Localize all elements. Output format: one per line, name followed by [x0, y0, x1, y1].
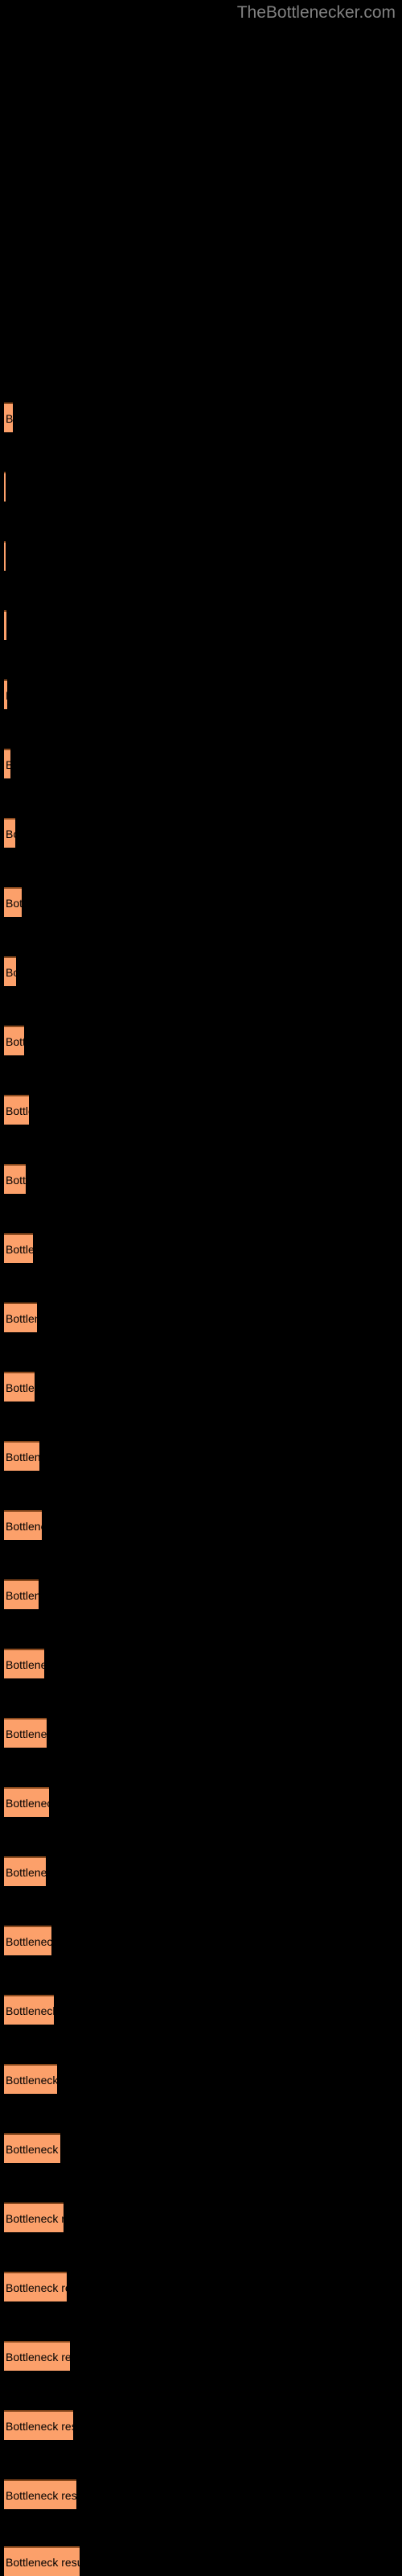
bar-row: Bottleneck result: [0, 1441, 402, 1471]
bar-bottleneck-result[interactable]: Bottleneck result: [4, 402, 13, 432]
bar-row: Bottleneck result: [0, 1164, 402, 1194]
bar-row: Bottleneck result: [0, 887, 402, 917]
bar-label: Bottleneck result: [6, 1173, 26, 1187]
bar-bottleneck-result[interactable]: Bottleneck result: [4, 1787, 49, 1817]
bar-row: Bottleneck result: [0, 1026, 402, 1055]
bar-label: Bottleneck result: [6, 1519, 42, 1533]
bar-bottleneck-result[interactable]: Bottleneck result: [4, 610, 6, 640]
bar-row: Bottleneck result: [0, 1856, 402, 1886]
bar-bottleneck-result[interactable]: Bottleneck result: [4, 1441, 39, 1471]
bar-row: Bottleneck result: [0, 472, 402, 502]
bar-row: Bottleneck result: [0, 610, 402, 640]
bar-label: Bottleneck result: [6, 689, 7, 702]
bar-label: Bottleneck result: [6, 1588, 39, 1602]
bar-row: Bottleneck result: [0, 1649, 402, 1678]
bar-bottleneck-result[interactable]: Bottleneck result: [4, 1164, 26, 1194]
bar-bottleneck-result[interactable]: Bottleneck result: [4, 1302, 37, 1332]
bar-bottleneck-result[interactable]: Bottleneck result: [4, 1026, 24, 1055]
bar-label: Bottleneck result: [6, 1242, 33, 1256]
bar-bottleneck-result[interactable]: Bottleneck result: [4, 2341, 70, 2371]
bar-row: Bottleneck result: [0, 1302, 402, 1332]
bar-bottleneck-result[interactable]: Bottleneck result: [4, 1856, 46, 1886]
bar-row: Bottleneck result: [0, 749, 402, 778]
bar-bottleneck-result[interactable]: Bottleneck result: [4, 2410, 73, 2440]
bar-row: Bottleneck result: [0, 1926, 402, 1955]
bar-row: Bottleneck result: [0, 1372, 402, 1402]
bar-label: Bottleneck result: [6, 1311, 37, 1325]
bar-row: Bottleneck result: [0, 679, 402, 709]
bar-row: Bottleneck result: [0, 1095, 402, 1125]
bar-label: Bottleneck result: [6, 2211, 64, 2225]
bar-label: Bottleneck result: [6, 2281, 67, 2294]
bar-bottleneck-result[interactable]: Bottleneck result: [4, 1372, 35, 1402]
bar-row: Bottleneck result: [0, 1995, 402, 2025]
bar-label: Bottleneck result: [6, 1034, 24, 1048]
bar-label: Bottleneck result: [6, 1865, 46, 1879]
page-root: TheBottlenecker.com Bottleneck resultBot…: [0, 0, 402, 2576]
bar-bottleneck-result[interactable]: Bottleneck result: [4, 818, 15, 848]
bar-label: Bottleneck result: [6, 411, 13, 425]
bar-bottleneck-result[interactable]: Bottleneck result: [4, 2546, 80, 2576]
bar-bottleneck-result[interactable]: Bottleneck result: [4, 749, 10, 778]
bar-label: Bottleneck result: [6, 2142, 60, 2156]
bar-label: Bottleneck result: [6, 2555, 80, 2569]
bar-row: Bottleneck result: [0, 2202, 402, 2232]
bar-label: Bottleneck result: [6, 2073, 57, 2087]
bar-bottleneck-result[interactable]: Bottleneck result: [4, 1095, 29, 1125]
bar-row: Bottleneck result: [0, 2133, 402, 2163]
bar-row: Bottleneck result: [0, 1718, 402, 1748]
bar-label: Bottleneck result: [6, 1657, 44, 1671]
bar-bottleneck-result[interactable]: Bottleneck result: [4, 2133, 60, 2163]
bar-row: Bottleneck result: [0, 956, 402, 986]
bar-row: Bottleneck result: [0, 1579, 402, 1609]
bar-bottleneck-result[interactable]: Bottleneck result: [4, 887, 22, 917]
bar-row: Bottleneck result: [0, 541, 402, 571]
bar-label: Bottleneck result: [6, 1104, 29, 1117]
bar-label: Bottleneck result: [6, 965, 16, 979]
bar-bottleneck-result[interactable]: Bottleneck result: [4, 2272, 67, 2301]
bar-label: Bottleneck result: [6, 827, 15, 840]
bar-row: Bottleneck result: [0, 402, 402, 432]
bar-bottleneck-result[interactable]: Bottleneck result: [4, 1718, 47, 1748]
bar-row: Bottleneck result: [0, 1787, 402, 1817]
bottleneck-bar-chart: Bottleneck result Bottleneck result Bottle…: [0, 0, 402, 2576]
bar-row: Bottleneck result: [0, 1233, 402, 1263]
bar-bottleneck-result[interactable]: Bottleneck result: [4, 1995, 54, 2025]
bar-label: Bottleneck result: [6, 2350, 70, 2363]
bar-label: Bottleneck result: [6, 1450, 39, 1463]
bar-bottleneck-result[interactable]: Bottleneck result: [4, 956, 16, 986]
bar-row: Bottleneck result: [0, 2410, 402, 2440]
bar-label: Bottleneck result: [6, 2419, 73, 2433]
bar-row: Bottleneck result: [0, 818, 402, 848]
bar-bottleneck-result[interactable]: Bottleneck result: [4, 1926, 51, 1955]
bar-label: Bottleneck result: [6, 2488, 76, 2502]
bar-bottleneck-result[interactable]: Bottleneck result: [4, 2202, 64, 2232]
bar-bottleneck-result[interactable]: Bottleneck result: [4, 1233, 33, 1263]
bar-bottleneck-result[interactable]: Bottleneck result: [4, 2479, 76, 2509]
bar-bottleneck-result[interactable]: Bottleneck result: [4, 472, 6, 502]
bar-label: Bottleneck result: [6, 1796, 49, 1810]
bar-label: Bottleneck result: [6, 2004, 54, 2017]
bar-bottleneck-result[interactable]: Bottleneck result: [4, 1510, 42, 1540]
bar-label: Bottleneck result: [6, 1381, 35, 1394]
bar-label: Bottleneck result: [6, 896, 22, 910]
bar-row: Bottleneck result: [0, 2064, 402, 2094]
bar-bottleneck-result[interactable]: Bottleneck result: [4, 1649, 44, 1678]
bar-row: Bottleneck result: [0, 2479, 402, 2509]
bar-bottleneck-result[interactable]: Bottleneck result: [4, 679, 7, 709]
bar-bottleneck-result[interactable]: Bottleneck result: [4, 2064, 57, 2094]
bar-row: Bottleneck result: [0, 1510, 402, 1540]
bar-row: Bottleneck result: [0, 2546, 402, 2576]
bar-label: Bottleneck result: [6, 1727, 47, 1740]
bar-bottleneck-result[interactable]: Bottleneck result: [4, 1579, 39, 1609]
bar-row: Bottleneck result: [0, 2341, 402, 2371]
bar-row: Bottleneck result: [0, 2272, 402, 2301]
bar-label: Bottleneck result: [6, 1934, 51, 1948]
bar-label: Bottleneck result: [6, 758, 10, 771]
bar-bottleneck-result[interactable]: Bottleneck result: [4, 541, 6, 571]
